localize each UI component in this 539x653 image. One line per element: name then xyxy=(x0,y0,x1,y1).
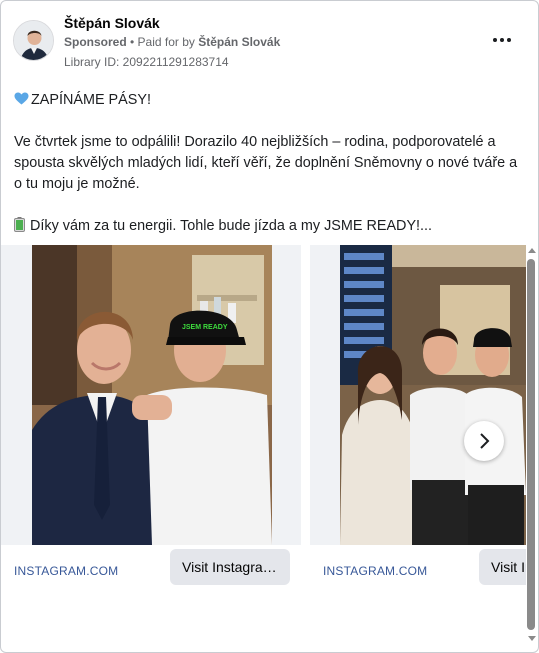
ad-card: Štěpán Slovák Sponsored • Paid for by Št… xyxy=(0,0,539,653)
scroll-down-arrow-icon[interactable] xyxy=(528,636,536,641)
scroll-up-arrow-icon[interactable] xyxy=(528,248,536,253)
scroll-thumb[interactable] xyxy=(527,259,535,630)
blue-heart-icon xyxy=(14,92,29,105)
more-horizontal-icon[interactable] xyxy=(490,34,514,46)
body-line-3-text: Díky vám za tu energii. Tohle bude jízda… xyxy=(30,218,433,234)
battery-icon xyxy=(14,217,25,232)
body-line-1: ZAPÍNÁME PÁSY! xyxy=(14,90,519,111)
ad-header: Štěpán Slovák Sponsored • Paid for by Št… xyxy=(13,15,518,70)
card-source-link[interactable]: INSTAGRAM.COM xyxy=(323,564,427,578)
body-paragraph-2: Ve čtvrtek jsme to odpálili! Dorazilo 40… xyxy=(14,134,518,192)
carousel-image-2[interactable] xyxy=(310,245,526,545)
library-id: Library ID: 2092211291283714 xyxy=(64,55,229,69)
visit-instagram-button[interactable]: Visit Instagram profile xyxy=(170,549,290,585)
carousel-card: JSEM READY INSTAGRAM.COM Visit Instagram… xyxy=(1,245,301,597)
card-source-link[interactable]: INSTAGRAM.COM xyxy=(14,564,118,578)
ad-body-text: ZAPÍNÁME PÁSY! Ve čtvrtek jsme to odpáli… xyxy=(14,90,519,258)
page-name[interactable]: Štěpán Slovák xyxy=(64,15,160,31)
sponsored-line: Sponsored • Paid for by Štěpán Slovák xyxy=(64,35,280,49)
sponsored-label: Sponsored xyxy=(64,35,127,49)
avatar[interactable] xyxy=(13,20,54,61)
carousel-card: INSTAGRAM.COM Visit Instagram profile xyxy=(310,245,526,597)
carousel-image-1[interactable]: JSEM READY xyxy=(1,245,301,545)
body-line-3: Díky vám za tu energii. Tohle bude jízda… xyxy=(14,216,519,237)
visit-instagram-button[interactable]: Visit Instagram profile xyxy=(479,549,526,585)
body-line-1-text: ZAPÍNÁME PÁSY! xyxy=(31,92,151,108)
avatar-image xyxy=(14,21,53,60)
carousel-next-button[interactable] xyxy=(464,421,504,461)
chevron-right-icon xyxy=(480,433,490,449)
media-carousel: JSEM READY INSTAGRAM.COM Visit Instagram… xyxy=(1,245,526,597)
payer-name: Štěpán Slovák xyxy=(198,35,281,49)
svg-text:JSEM READY: JSEM READY xyxy=(182,324,228,331)
photo-two-men: JSEM READY xyxy=(32,245,272,545)
vertical-scrollbar[interactable] xyxy=(526,248,537,641)
photo-three-people xyxy=(340,245,526,545)
paid-for-prefix: • Paid for by xyxy=(126,35,199,49)
